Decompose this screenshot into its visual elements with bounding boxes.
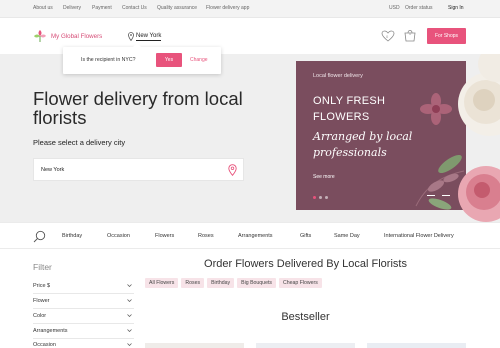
- hero-subtitle: Please select a delivery city: [33, 138, 126, 147]
- peony-flowers-image: [428, 54, 500, 222]
- filter-price[interactable]: Price $: [33, 279, 134, 294]
- nav-item-gifts[interactable]: Gifts: [300, 233, 311, 239]
- bestseller-title: Bestseller: [281, 311, 330, 323]
- order-status-link[interactable]: Order status: [405, 5, 433, 11]
- topbar-link-about[interactable]: About us: [33, 5, 53, 11]
- nav-item-international[interactable]: International Flower Delivery: [384, 233, 454, 239]
- delivery-city-input[interactable]: New York: [33, 158, 244, 181]
- chip-cheap-flowers[interactable]: Cheap Flowers: [278, 278, 322, 288]
- carousel-dot[interactable]: [325, 196, 328, 199]
- chip-all-flowers[interactable]: All Flowers: [145, 278, 179, 288]
- top-utility-bar: About us Delivery Payment Contact Us Qua…: [0, 0, 500, 18]
- recipient-location-popup: Is the recipient in NYC? Yes Change: [63, 43, 221, 74]
- filter-label: Price $: [33, 283, 51, 289]
- currency-selector[interactable]: USD: [389, 5, 400, 11]
- promo-headline-line1: ONLY FRESH: [313, 95, 386, 107]
- topbar-link-payment[interactable]: Payment: [92, 5, 112, 11]
- filter-label: Arrangements: [33, 328, 68, 334]
- carousel-dot[interactable]: [319, 196, 322, 199]
- location-pin-icon[interactable]: [228, 164, 237, 176]
- see-more-link[interactable]: See more: [313, 174, 335, 180]
- search-icon[interactable]: [33, 230, 46, 243]
- filter-label: Flower: [33, 298, 50, 304]
- favorites-count: 0: [386, 34, 389, 39]
- promo-headline-line2: FLOWERS: [313, 111, 370, 123]
- nav-item-flowers[interactable]: Flowers: [155, 233, 174, 239]
- topbar-link-app[interactable]: Flower delivery app: [206, 5, 249, 11]
- filter-flower[interactable]: Flower: [33, 294, 134, 309]
- carousel-dots: [313, 196, 328, 199]
- promo-tagline-line2: professionals: [313, 146, 387, 159]
- hero-title: Flower delivery from local florists: [33, 88, 243, 128]
- chevron-down-icon: [127, 343, 132, 346]
- product-card[interactable]: [256, 343, 355, 348]
- logo-text[interactable]: My Global Flowers: [51, 33, 102, 40]
- nav-item-arrangements[interactable]: Arrangements: [238, 233, 273, 239]
- filter-occasion[interactable]: Occasion: [33, 338, 134, 348]
- filter-label: Occasion: [33, 342, 56, 348]
- location-pin-icon: [128, 32, 134, 41]
- sign-in-link[interactable]: Sign In: [448, 5, 464, 11]
- chevron-down-icon: [127, 329, 132, 332]
- category-nav: Birthday Occasion Flowers Roses Arrangem…: [0, 222, 500, 249]
- chip-birthday[interactable]: Birthday: [207, 278, 235, 288]
- chevron-down-icon: [127, 314, 132, 317]
- nav-item-same-day[interactable]: Same Day: [334, 233, 360, 239]
- filter-color[interactable]: Color: [33, 309, 134, 324]
- chevron-down-icon: [127, 299, 132, 302]
- delivery-city-value: New York: [41, 167, 65, 173]
- chevron-down-icon: [127, 284, 132, 287]
- popup-question: Is the recipient in NYC?: [81, 57, 136, 63]
- for-shops-button[interactable]: For Shops: [427, 28, 466, 44]
- topbar-link-delivery[interactable]: Delivery: [63, 5, 81, 11]
- filter-label: Color: [33, 313, 47, 319]
- section-title: Order Flowers Delivered By Local Florist…: [204, 258, 407, 270]
- logo-flower-icon[interactable]: [33, 29, 47, 43]
- popup-change-link[interactable]: Change: [190, 57, 208, 63]
- product-card[interactable]: [367, 343, 466, 348]
- filter-title: Filter: [33, 262, 52, 272]
- carousel-dot[interactable]: [313, 196, 316, 199]
- cart-count: 0: [409, 31, 412, 36]
- hero-section: Flower delivery from local florists Plea…: [0, 54, 500, 222]
- chip-big-bouquets[interactable]: Big Bouquets: [237, 278, 276, 288]
- chip-roses[interactable]: Roses: [181, 278, 205, 288]
- nav-item-roses[interactable]: Roses: [198, 233, 214, 239]
- topbar-link-quality[interactable]: Quality assurance: [157, 5, 197, 11]
- product-card[interactable]: [145, 343, 244, 348]
- topbar-link-contact[interactable]: Contact Us: [122, 5, 147, 11]
- filter-arrangements[interactable]: Arrangements: [33, 324, 134, 339]
- product-cards-row: [145, 343, 466, 348]
- promo-tagline-line1: Arranged by local: [313, 130, 413, 143]
- header-location-selector[interactable]: New York: [136, 33, 162, 41]
- quick-filter-chips: All Flowers Roses Birthday Big Bouquets …: [145, 278, 322, 288]
- nav-item-birthday[interactable]: Birthday: [62, 233, 82, 239]
- popup-yes-button[interactable]: Yes: [156, 53, 182, 67]
- promo-kicker: Local flower delivery: [313, 73, 363, 79]
- nav-item-occasion[interactable]: Occasion: [107, 233, 130, 239]
